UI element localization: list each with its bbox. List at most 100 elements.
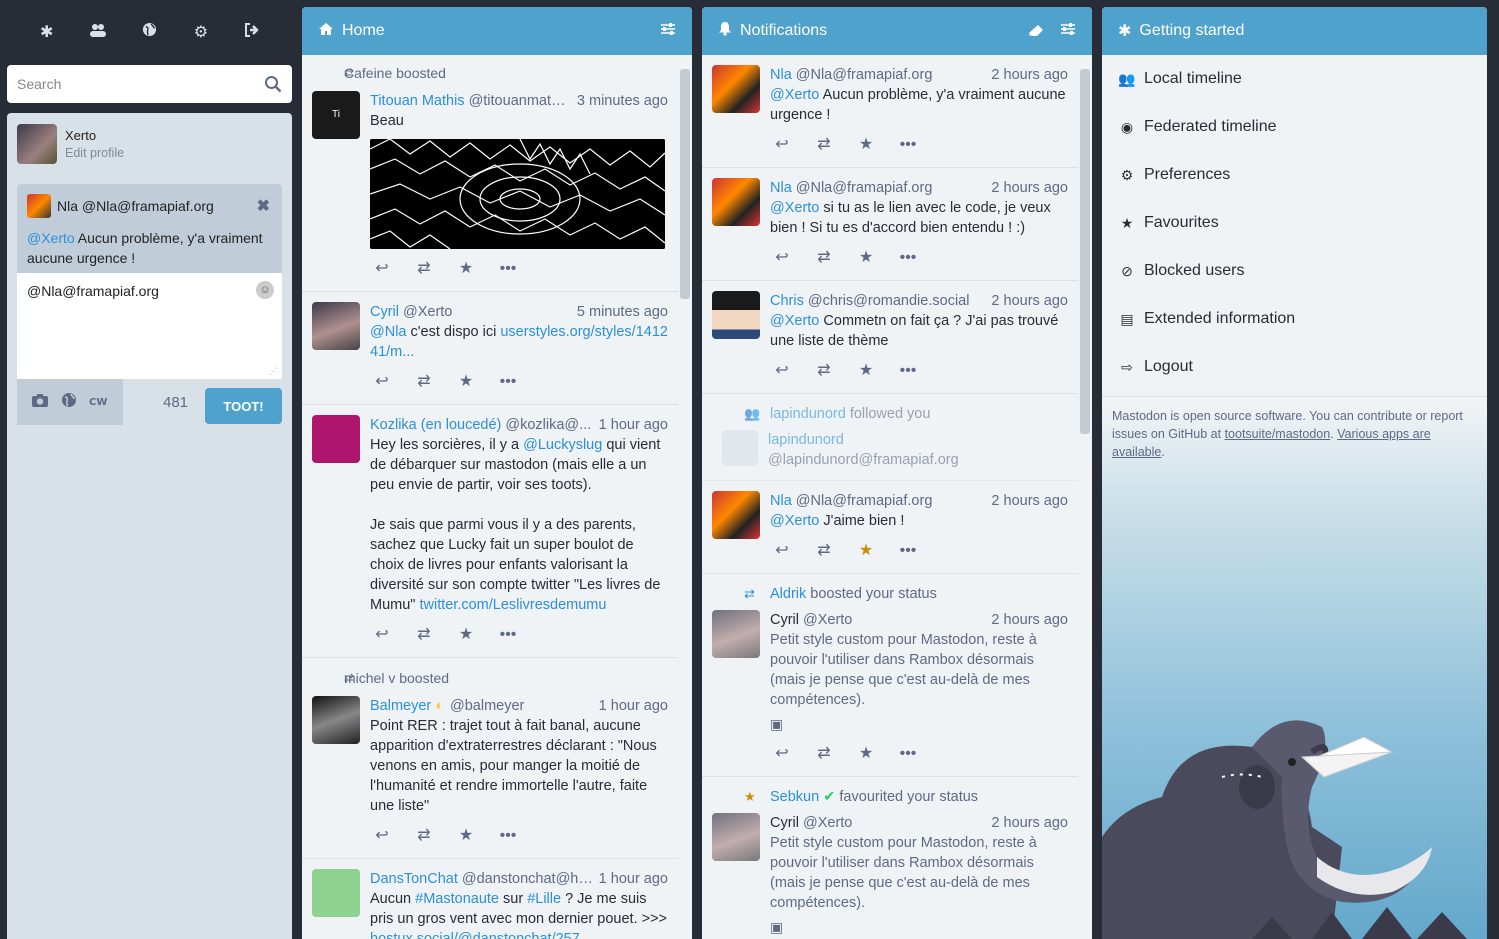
star-icon[interactable]: ★	[856, 361, 876, 381]
more-icon[interactable]: •••	[898, 744, 918, 764]
display-name[interactable]: Cyril	[770, 610, 799, 630]
reply-icon[interactable]: ↩	[372, 259, 392, 279]
globe-icon[interactable]	[61, 392, 77, 412]
more-icon[interactable]: •••	[498, 259, 518, 279]
timestamp[interactable]: 2 hours ago	[991, 178, 1068, 198]
mention-link[interactable]: @Xerto	[770, 313, 819, 329]
star-icon[interactable]: ★	[456, 259, 476, 279]
edit-profile-link[interactable]: Edit profile	[65, 146, 124, 160]
scrollbar[interactable]	[1078, 55, 1092, 939]
star-icon[interactable]: ★	[456, 372, 476, 392]
compose-textarea[interactable]: @Nla@framapiaf.org ☺ ⋰	[17, 273, 282, 379]
display-name[interactable]: Kozlika (en loucedé)	[370, 415, 501, 435]
camera-icon[interactable]	[31, 393, 49, 412]
column-header[interactable]: Notifications	[702, 7, 1092, 55]
image-icon[interactable]: ▣	[770, 917, 1068, 937]
local-timeline-link[interactable]: 👥 Local timeline	[1102, 55, 1487, 103]
star-icon[interactable]: ★	[456, 826, 476, 846]
notification[interactable]: Nla @Nla@framapiaf.org 2 hours ago @Xerto …	[702, 168, 1092, 281]
status[interactable]: ⇄ michel v boosted Balmeyer ◐ @balmeyer 1 ho…	[302, 658, 692, 859]
notification[interactable]: Nla @Nla@framapiaf.org 2 hours ago @Xerto …	[702, 55, 1092, 168]
avatar[interactable]	[312, 696, 360, 744]
star-icon[interactable]: ★	[856, 248, 876, 268]
account-card[interactable]: lapindunord @lapindunord@framapiaf.org	[722, 430, 1068, 470]
avatar[interactable]	[712, 291, 760, 339]
extended-information-link[interactable]: ▤ Extended information	[1102, 295, 1487, 343]
timestamp[interactable]: 3 minutes ago	[577, 91, 668, 111]
notifications-list[interactable]: Nla @Nla@framapiaf.org 2 hours ago @Xerto …	[702, 55, 1092, 939]
mention-link[interactable]: @Xerto	[770, 200, 819, 216]
search-input[interactable]	[17, 76, 264, 92]
mention-link[interactable]: @Xerto	[770, 513, 819, 529]
reply-icon[interactable]: ↩	[372, 826, 392, 846]
logout-link[interactable]: ⇨ Logout	[1102, 343, 1487, 391]
status-link[interactable]: twitter.com/Leslivresdemumu	[419, 597, 606, 613]
favourites-link[interactable]: ★ Favourites	[1102, 199, 1487, 247]
display-name[interactable]: Cyril	[770, 813, 799, 833]
more-icon[interactable]: •••	[498, 372, 518, 392]
favouriter-name[interactable]: Sebkun	[770, 789, 819, 805]
hashtag-link[interactable]: #Lille	[527, 891, 561, 907]
more-icon[interactable]: •••	[498, 826, 518, 846]
avatar[interactable]	[312, 302, 360, 350]
timestamp[interactable]: 2 hours ago	[991, 610, 1068, 630]
reply-icon[interactable]: ↩	[772, 744, 792, 764]
display-name[interactable]: Titouan Mathis	[370, 91, 465, 111]
asterisk-icon[interactable]: ✱	[33, 22, 61, 41]
preferences-link[interactable]: ⚙ Preferences	[1102, 151, 1487, 199]
star-icon[interactable]: ★	[456, 625, 476, 645]
status[interactable]: Kozlika (en loucedé) @kozlika@... 1 hour a…	[302, 405, 692, 658]
status-link[interactable]: hostux.social/@danstonchat/257...	[370, 931, 592, 939]
boost-icon[interactable]: ⇄	[814, 135, 834, 155]
users-icon[interactable]	[84, 22, 112, 41]
boost-icon[interactable]: ⇄	[814, 361, 834, 381]
boost-icon[interactable]: ⇄	[414, 826, 434, 846]
display-name[interactable]: lapindunord	[768, 430, 959, 450]
emoji-icon[interactable]: ☺	[256, 281, 274, 299]
avatar[interactable]	[712, 491, 760, 539]
scrollbar[interactable]	[678, 55, 692, 939]
boost-icon[interactable]: ⇄	[414, 372, 434, 392]
avatar[interactable]	[712, 610, 760, 658]
avatar[interactable]	[712, 813, 760, 861]
star-icon[interactable]: ★	[856, 135, 876, 155]
boost-icon[interactable]: ⇄	[414, 625, 434, 645]
timestamp[interactable]: 2 hours ago	[991, 813, 1068, 833]
timestamp[interactable]: 2 hours ago	[991, 291, 1068, 311]
sliders-icon[interactable]	[660, 22, 676, 40]
sliders-icon[interactable]	[1060, 22, 1076, 40]
eraser-icon[interactable]	[1028, 23, 1044, 40]
close-icon[interactable]: ✖	[257, 196, 270, 216]
reply-icon[interactable]: ↩	[772, 361, 792, 381]
display-name[interactable]: Nla	[770, 491, 792, 511]
home-timeline[interactable]: ⇄ Cafeine boosted Ti Titouan Mathis @titou…	[302, 55, 692, 939]
reply-icon[interactable]: ↩	[772, 248, 792, 268]
avatar[interactable]: Ti	[312, 91, 360, 139]
avatar[interactable]	[312, 869, 360, 917]
follower-name[interactable]: lapindunord	[770, 406, 846, 422]
reply-icon[interactable]: ↩	[372, 625, 392, 645]
boost-icon[interactable]: ⇄	[814, 248, 834, 268]
timestamp[interactable]: 5 minutes ago	[577, 302, 668, 322]
display-name[interactable]: Nla	[770, 178, 792, 198]
timestamp[interactable]: 1 hour ago	[599, 696, 668, 716]
timestamp[interactable]: 2 hours ago	[991, 65, 1068, 85]
timestamp[interactable]: 1 hour ago	[599, 869, 668, 889]
follow-notification[interactable]: 👥 lapindunord followed you lapindunord @l…	[702, 394, 1092, 481]
boost-icon[interactable]: ⇄	[414, 259, 434, 279]
avatar[interactable]	[712, 178, 760, 226]
federated-timeline-link[interactable]: ◉ Federated timeline	[1102, 103, 1487, 151]
content-warning-button[interactable]: CW	[89, 397, 107, 408]
resize-handle[interactable]: ⋰	[269, 366, 278, 377]
toot-button[interactable]: TOOT!	[205, 388, 282, 424]
more-icon[interactable]: •••	[898, 135, 918, 155]
star-icon[interactable]: ★	[856, 744, 876, 764]
avatar[interactable]	[712, 65, 760, 113]
notification[interactable]: ★ Sebkun ✔ favourited your status Cyril @X…	[702, 777, 1092, 939]
more-icon[interactable]: •••	[898, 541, 918, 561]
blocked-users-link[interactable]: ⊘ Blocked users	[1102, 247, 1487, 295]
image-icon[interactable]: ▣	[770, 714, 1068, 734]
gear-icon[interactable]: ⚙	[187, 22, 215, 41]
github-link[interactable]: tootsuite/mastodon	[1225, 427, 1331, 441]
display-name[interactable]: Chris	[770, 291, 804, 311]
